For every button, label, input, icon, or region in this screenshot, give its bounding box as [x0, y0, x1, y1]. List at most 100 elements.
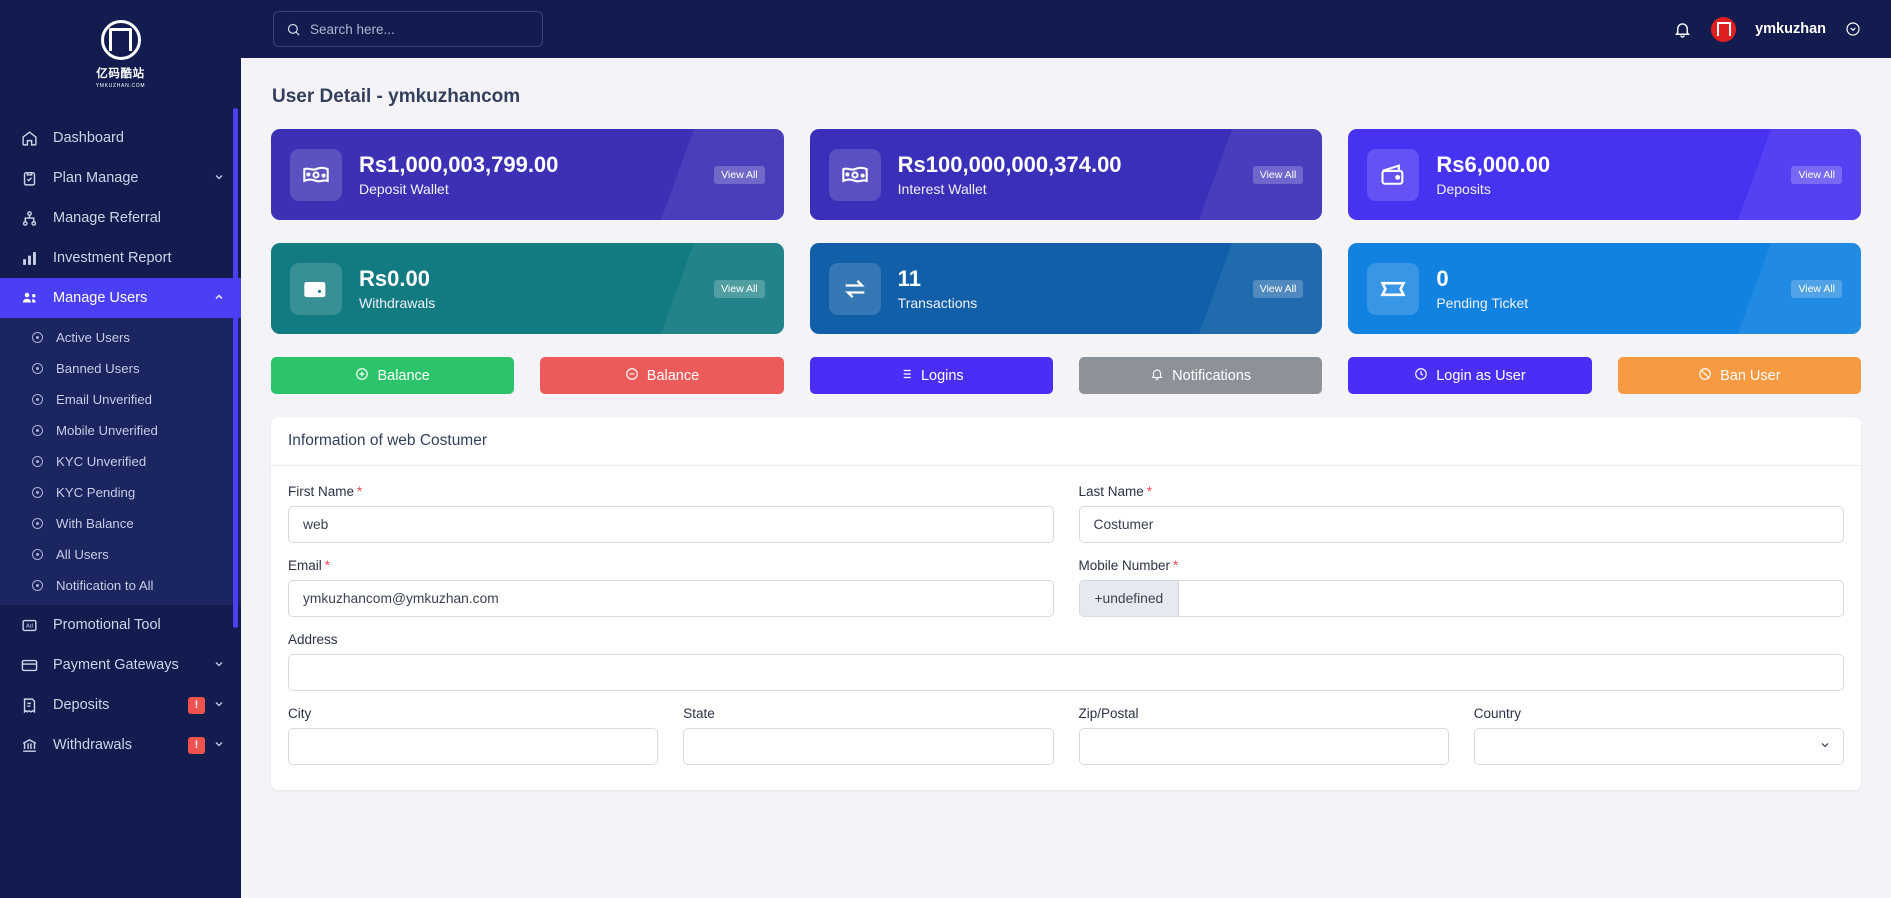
stat-label: Interest Wallet [898, 181, 1122, 197]
sidebar-subitem-label: All Users [56, 547, 109, 562]
sidebar-subitem-kyc-pending[interactable]: KYC Pending [0, 477, 241, 508]
list-icon [899, 367, 913, 385]
first-name-input[interactable] [288, 506, 1054, 543]
add-balance-button[interactable]: Balance [271, 357, 514, 394]
email-input[interactable] [288, 580, 1054, 617]
logo-icon [101, 20, 141, 60]
sidebar-subitem-active-users[interactable]: Active Users [0, 322, 241, 353]
sidebar-item-manage-users[interactable]: Manage Users [0, 278, 241, 318]
notifications-button[interactable]: Notifications [1079, 357, 1322, 394]
action-buttons-row: Balance Balance Logins Notifications Log [271, 357, 1861, 394]
wallet-icon [1367, 149, 1419, 201]
stat-card-interest-wallet[interactable]: Rs100,000,000,374.00 Interest Wallet Vie… [810, 129, 1323, 220]
sidebar-subitem-mobile-unverified[interactable]: Mobile Unverified [0, 415, 241, 446]
city-label: City [288, 706, 658, 721]
view-all-button[interactable]: View All [714, 166, 765, 184]
header-actions: ymkuzhan [1673, 17, 1891, 42]
customer-information-panel: Information of web Costumer First Name* … [271, 417, 1861, 790]
country-select[interactable] [1474, 728, 1844, 765]
brand-name-cn: 亿码酷站 [96, 65, 144, 81]
clipboard-check-icon [21, 170, 43, 187]
view-all-button[interactable]: View All [1253, 280, 1304, 298]
stat-value: Rs0.00 [359, 266, 435, 292]
last-name-input[interactable] [1079, 506, 1845, 543]
country-group: Country [1474, 706, 1844, 765]
form-row-location: City State Zip/Postal Country [288, 706, 1844, 765]
sidebar-nav: Dashboard Plan Manage Manage Referral In… [0, 108, 241, 765]
bullet-icon [32, 487, 43, 498]
sidebar-item-plan-manage[interactable]: Plan Manage [0, 158, 241, 198]
sidebar-subitem-banned-users[interactable]: Banned Users [0, 353, 241, 384]
button-label: Notifications [1172, 368, 1251, 384]
search-icon [286, 22, 301, 37]
top-header: ymkuzhan [241, 0, 1891, 58]
form-row-name: First Name* Last Name* [288, 484, 1844, 543]
sidebar-item-label: Plan Manage [53, 170, 213, 186]
button-label: Login as User [1436, 368, 1525, 384]
sidebar-item-manage-referral[interactable]: Manage Referral [0, 198, 241, 238]
stat-card-deposits[interactable]: Rs6,000.00 Deposits View All [1348, 129, 1861, 220]
sidebar-item-withdrawals[interactable]: Withdrawals ! [0, 725, 241, 765]
sidebar-item-payment-gateways[interactable]: Payment Gateways [0, 645, 241, 685]
ban-user-button[interactable]: Ban User [1618, 357, 1861, 394]
stat-cards-row-2: Rs0.00 Withdrawals View All 11 Transacti… [271, 243, 1861, 334]
sidebar-item-investment-report[interactable]: Investment Report [0, 238, 241, 278]
sidebar-subitem-kyc-unverified[interactable]: KYC Unverified [0, 446, 241, 477]
sidebar-subitem-label: Active Users [56, 330, 130, 345]
status-badge: ! [188, 737, 205, 754]
bullet-icon [32, 425, 43, 436]
brand-logo[interactable]: 亿码酷站 YMKUZHAN.COM [0, 0, 241, 108]
bullet-icon [32, 580, 43, 591]
required-marker: * [325, 558, 330, 573]
stat-card-pending-ticket[interactable]: 0 Pending Ticket View All [1348, 243, 1861, 334]
stat-value: Rs100,000,000,374.00 [898, 152, 1122, 178]
mobile-label: Mobile Number* [1079, 558, 1845, 573]
sidebar-item-promotional-tool[interactable]: Ad Promotional Tool [0, 605, 241, 645]
chevron-down-circle-icon[interactable] [1845, 21, 1861, 37]
sidebar-item-label: Investment Report [53, 250, 225, 266]
sidebar-subitem-with-balance[interactable]: With Balance [0, 508, 241, 539]
bullet-icon [32, 518, 43, 529]
zip-input[interactable] [1079, 728, 1449, 765]
manage-users-submenu: Active Users Banned Users Email Unverifi… [0, 318, 241, 605]
bell-icon[interactable] [1673, 20, 1692, 39]
bullet-icon [32, 549, 43, 560]
sidebar-subitem-all-users[interactable]: All Users [0, 539, 241, 570]
stat-value: Rs1,000,003,799.00 [359, 152, 558, 178]
search-box[interactable] [273, 11, 543, 47]
stat-label: Deposit Wallet [359, 181, 558, 197]
address-input[interactable] [288, 654, 1844, 691]
view-all-button[interactable]: View All [1791, 280, 1842, 298]
button-label: Ban User [1720, 368, 1780, 384]
view-all-button[interactable]: View All [1791, 166, 1842, 184]
chevron-down-icon [213, 171, 225, 186]
view-all-button[interactable]: View All [1253, 166, 1304, 184]
money-bill-icon [290, 149, 342, 201]
bell-icon [1150, 367, 1164, 385]
stat-card-withdrawals[interactable]: Rs0.00 Withdrawals View All [271, 243, 784, 334]
stat-card-deposit-wallet[interactable]: Rs1,000,003,799.00 Deposit Wallet View A… [271, 129, 784, 220]
form-row-address: Address [288, 632, 1844, 691]
city-input[interactable] [288, 728, 658, 765]
button-label: Balance [647, 368, 699, 384]
avatar[interactable] [1711, 17, 1736, 42]
sidebar-item-label: Promotional Tool [53, 617, 225, 633]
sidebar-subitem-email-unverified[interactable]: Email Unverified [0, 384, 241, 415]
zip-group: Zip/Postal [1079, 706, 1449, 765]
sidebar-item-dashboard[interactable]: Dashboard [0, 118, 241, 158]
login-as-user-button[interactable]: Login as User [1348, 357, 1591, 394]
search-input[interactable] [310, 22, 530, 37]
svg-text:Ad: Ad [26, 623, 33, 629]
sidebar-subitem-label: Email Unverified [56, 392, 152, 407]
subtract-balance-button[interactable]: Balance [540, 357, 783, 394]
state-input[interactable] [683, 728, 1053, 765]
view-all-button[interactable]: View All [714, 280, 765, 298]
bullet-icon [32, 363, 43, 374]
wallet-closed-icon [290, 263, 342, 315]
sidebar-subitem-notification-to-all[interactable]: Notification to All [0, 570, 241, 601]
mobile-input[interactable] [1178, 580, 1844, 617]
stat-card-transactions[interactable]: 11 Transactions View All [810, 243, 1323, 334]
sidebar-item-label: Manage Referral [53, 210, 225, 226]
logins-button[interactable]: Logins [810, 357, 1053, 394]
sidebar-item-deposits[interactable]: Deposits ! [0, 685, 241, 725]
